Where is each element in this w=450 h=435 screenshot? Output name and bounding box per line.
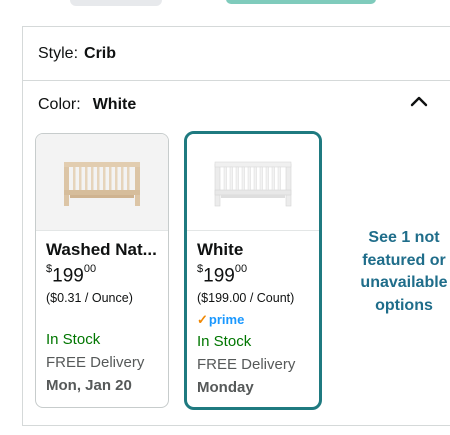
style-value: Crib	[84, 45, 117, 62]
availability: In Stock	[46, 331, 101, 348]
see-unavailable-options-link[interactable]: See 1 not featured or unavailable option…	[350, 227, 450, 317]
top-strip	[0, 0, 450, 26]
delivery-label: FREE Delivery	[46, 354, 145, 371]
unit-price: ($0.31 / Ounce)	[46, 291, 133, 305]
price-fraction: 00	[234, 263, 248, 275]
product-image	[36, 134, 168, 231]
left-rail	[22, 26, 23, 426]
divider	[22, 26, 450, 27]
chevron-up-icon[interactable]	[408, 92, 430, 110]
product-image	[187, 134, 319, 231]
option-title: White	[197, 240, 244, 259]
prime-label: prime	[208, 312, 245, 327]
divider	[22, 425, 450, 426]
color-label: Color:	[38, 96, 81, 113]
delivery-label: FREE Delivery	[197, 356, 296, 373]
style-row[interactable]: Style: Crib	[38, 45, 116, 63]
previous-section-pill	[70, 0, 162, 6]
delivery-date: Monday	[197, 379, 254, 396]
crib-image-white	[214, 161, 292, 207]
color-row[interactable]: Color: White	[38, 96, 136, 114]
previous-section-button[interactable]	[226, 0, 376, 4]
crib-image-washed-natural	[64, 162, 140, 206]
delivery-date: Mon, Jan 20	[46, 377, 132, 394]
style-label: Style:	[38, 45, 79, 62]
price-fraction: 00	[83, 263, 97, 275]
option-price: $19900	[46, 263, 97, 287]
prime-badge: ✓prime	[197, 312, 244, 328]
divider	[22, 80, 450, 81]
unit-price: ($199.00 / Count)	[197, 291, 295, 305]
price-whole: 199	[203, 265, 235, 287]
price-whole: 199	[52, 265, 84, 287]
color-option-card-washed-natural[interactable]: Washed Nat... $19900 ($0.31 / Ounce) In …	[35, 133, 169, 408]
availability: In Stock	[197, 333, 252, 350]
option-title: Washed Nat...	[46, 240, 157, 259]
option-price: $19900	[197, 263, 248, 287]
price-symbol: $	[197, 263, 204, 275]
color-option-card-white[interactable]: White $19900 ($199.00 / Count) ✓prime In…	[184, 131, 322, 410]
price-symbol: $	[46, 263, 53, 275]
prime-check-icon: ✓	[197, 312, 208, 327]
color-value: White	[92, 96, 137, 113]
